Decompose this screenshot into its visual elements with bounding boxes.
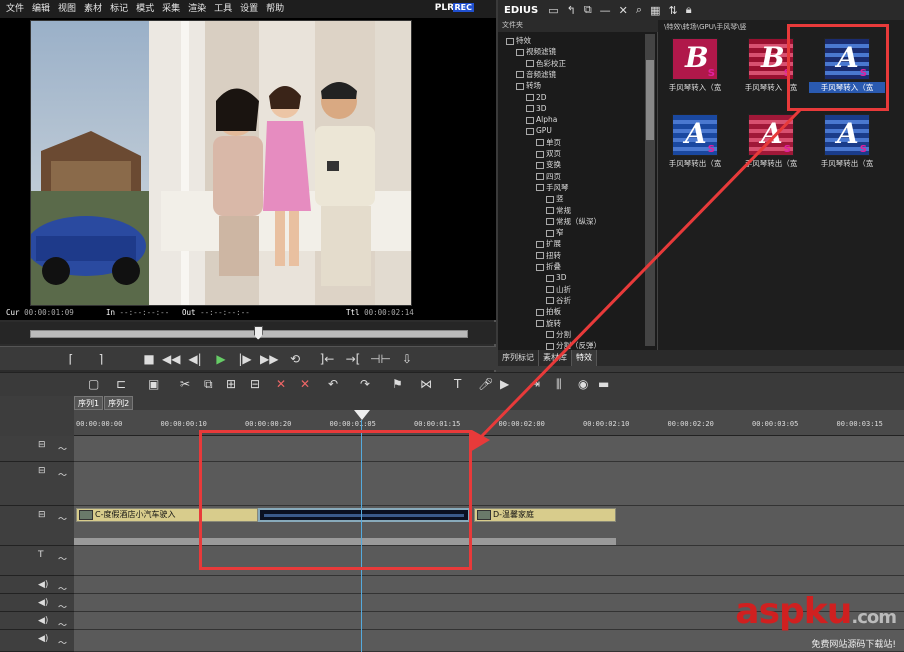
drag-arrow	[470, 108, 802, 452]
watermark-logo: aspku.com	[735, 591, 897, 632]
watermark-tagline: 免费网站源码下载站!	[811, 640, 896, 650]
watermark: aspku.com 免费网站源码下载站!	[735, 591, 897, 651]
